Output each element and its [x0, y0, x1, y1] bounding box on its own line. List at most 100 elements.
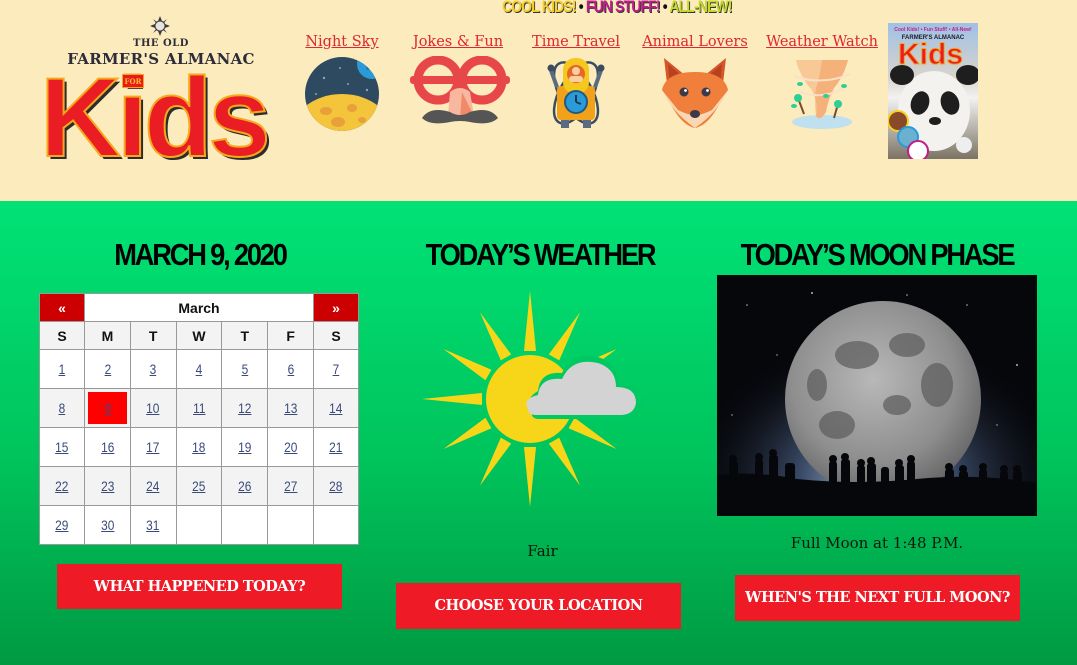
calendar-day-link[interactable]: 4	[196, 361, 203, 377]
next-full-moon-button[interactable]: WHEN'S THE NEXT FULL MOON?	[735, 575, 1020, 621]
calendar-next-button[interactable]: »	[313, 293, 359, 322]
calendar-day-link[interactable]: 12	[238, 400, 251, 416]
nav-weather-watch-link[interactable]: Weather Watch	[764, 34, 880, 50]
calendar-day[interactable]: 6	[267, 349, 314, 389]
nav-animal-lovers-link[interactable]: Animal Lovers	[642, 34, 748, 50]
calendar-day[interactable]: 7	[313, 349, 359, 389]
calendar-day-link[interactable]: 5	[241, 361, 248, 377]
calendar-day[interactable]: 17	[129, 427, 177, 467]
weekday-header: S	[313, 321, 359, 350]
nav-jokes-fun-link[interactable]: Jokes & Fun	[410, 34, 506, 50]
calendar-day-link[interactable]: 16	[101, 439, 114, 455]
calendar-day-link[interactable]: 13	[284, 400, 297, 416]
weekday-header: T	[221, 321, 269, 350]
time-machine-icon[interactable]	[539, 56, 613, 130]
calendar-day[interactable]: 21	[313, 427, 359, 467]
calendar-day-link[interactable]: 3	[150, 361, 157, 377]
funny-glasses-icon[interactable]	[410, 56, 510, 128]
calendar-day-link[interactable]: 1	[59, 361, 66, 377]
calendar-day[interactable]: 8	[39, 388, 85, 428]
calendar-day-link[interactable]: 18	[192, 439, 205, 455]
what-happened-today-button[interactable]: WHAT HAPPENED TODAY?	[57, 564, 342, 609]
calendar-day-link[interactable]: 19	[238, 439, 251, 455]
calendar-day-link[interactable]: 28	[329, 478, 342, 494]
calendar-day-link[interactable]: 29	[55, 517, 68, 533]
calendar-day-link[interactable]: 11	[193, 400, 205, 416]
tagline: COOL KIDS! • FUN STUFF! • ALL-NEW!	[502, 0, 733, 17]
nav-night-sky[interactable]: Night Sky	[300, 34, 384, 132]
site-logo[interactable]: THE OLD FARMER'S ALMANAC Kids FOR	[39, 16, 282, 180]
calendar-week: 29 30 31	[39, 505, 359, 545]
calendar-day-link[interactable]: 8	[59, 400, 66, 416]
nav-night-sky-link[interactable]: Night Sky	[300, 34, 384, 50]
calendar-day[interactable]: 12	[221, 388, 269, 428]
calendar-day-link[interactable]: 7	[333, 361, 340, 377]
calendar-day-link[interactable]: 15	[55, 439, 68, 455]
calendar-day-link[interactable]: 24	[147, 478, 160, 494]
calendar-day-link[interactable]: 9	[104, 400, 111, 416]
calendar-day[interactable]: 26	[221, 466, 269, 506]
calendar-day-link[interactable]: 17	[147, 439, 160, 455]
weekday-header: F	[267, 321, 314, 350]
calendar-day[interactable]: 25	[175, 466, 223, 506]
calendar-day-link[interactable]: 20	[284, 439, 297, 455]
calendar-day[interactable]: 24	[129, 466, 177, 506]
calendar-day[interactable]: 10	[129, 388, 177, 428]
sun-emblem-icon	[150, 16, 170, 36]
nav-jokes-fun[interactable]: Jokes & Fun	[410, 34, 510, 128]
calendar-day-link[interactable]: 30	[101, 517, 114, 533]
calendar-prev-button[interactable]: «	[39, 293, 85, 322]
calendar-day-link[interactable]: 26	[238, 478, 251, 494]
logo-kids: Kids	[39, 55, 272, 180]
fox-icon[interactable]	[658, 56, 732, 130]
nav-weather-watch[interactable]: Weather Watch	[764, 34, 880, 130]
calendar-day[interactable]: 11	[175, 388, 223, 428]
calendar-day[interactable]: 31	[129, 505, 177, 545]
calendar-day[interactable]: 20	[267, 427, 314, 467]
partly-cloudy-icon	[422, 291, 642, 507]
calendar-day-link[interactable]: 6	[287, 361, 294, 377]
calendar-day-link[interactable]: 2	[104, 361, 111, 377]
moon-phase-text: Full Moon at 1:48 P.M.	[790, 534, 964, 552]
tagline-cool-kids: COOL KIDS!	[502, 0, 576, 16]
calendar-day[interactable]: 19	[221, 427, 269, 467]
calendar-day[interactable]: 28	[313, 466, 359, 506]
calendar-day[interactable]: 27	[267, 466, 314, 506]
calendar-day-link[interactable]: 31	[147, 517, 160, 533]
magazine-cover[interactable]: Cool Kids! • Fun Stuff! • All-New! FARME…	[888, 23, 978, 159]
calendar-day[interactable]: 29	[39, 505, 85, 545]
full-moon-image	[717, 275, 1037, 516]
calendar-day[interactable]: 23	[84, 466, 131, 506]
calendar-day-link[interactable]: 21	[329, 439, 342, 455]
calendar-day[interactable]: 4	[175, 349, 223, 389]
calendar-day[interactable]: 5	[221, 349, 269, 389]
calendar-day[interactable]: 22	[39, 466, 85, 506]
nav-time-travel-link[interactable]: Time Travel	[530, 34, 622, 50]
calendar-day-link[interactable]: 23	[101, 478, 114, 494]
moon-planet-icon[interactable]	[304, 56, 380, 132]
tagline-separator: •	[662, 0, 668, 16]
calendar-day[interactable]: 3	[129, 349, 177, 389]
nav-animal-lovers[interactable]: Animal Lovers	[642, 34, 748, 130]
tornado-icon[interactable]	[786, 56, 858, 130]
calendar-day[interactable]: 13	[267, 388, 314, 428]
choose-location-button[interactable]: CHOOSE YOUR LOCATION	[396, 583, 681, 629]
calendar-day[interactable]: 1	[39, 349, 85, 389]
calendar-day[interactable]: 15	[39, 427, 85, 467]
calendar-day[interactable]: 14	[313, 388, 359, 428]
calendar-day-selected[interactable]: 9	[84, 388, 131, 428]
calendar-day-link[interactable]: 22	[55, 478, 68, 494]
calendar-day-link[interactable]: 27	[284, 478, 297, 494]
calendar-day-link[interactable]: 25	[192, 478, 205, 494]
calendar-empty-cell	[221, 505, 269, 545]
calendar-day[interactable]: 18	[175, 427, 223, 467]
calendar-empty-cell	[313, 505, 359, 545]
calendar-day-link[interactable]: 10	[147, 400, 160, 416]
nav-time-travel[interactable]: Time Travel	[530, 34, 622, 130]
cover-tagline: Cool Kids! • Fun Stuff! • All-New!	[894, 27, 972, 33]
calendar-empty-cell	[267, 505, 314, 545]
calendar-day[interactable]: 16	[84, 427, 131, 467]
calendar-day-link[interactable]: 14	[329, 400, 342, 416]
calendar-day[interactable]: 30	[84, 505, 131, 545]
calendar-day[interactable]: 2	[84, 349, 131, 389]
